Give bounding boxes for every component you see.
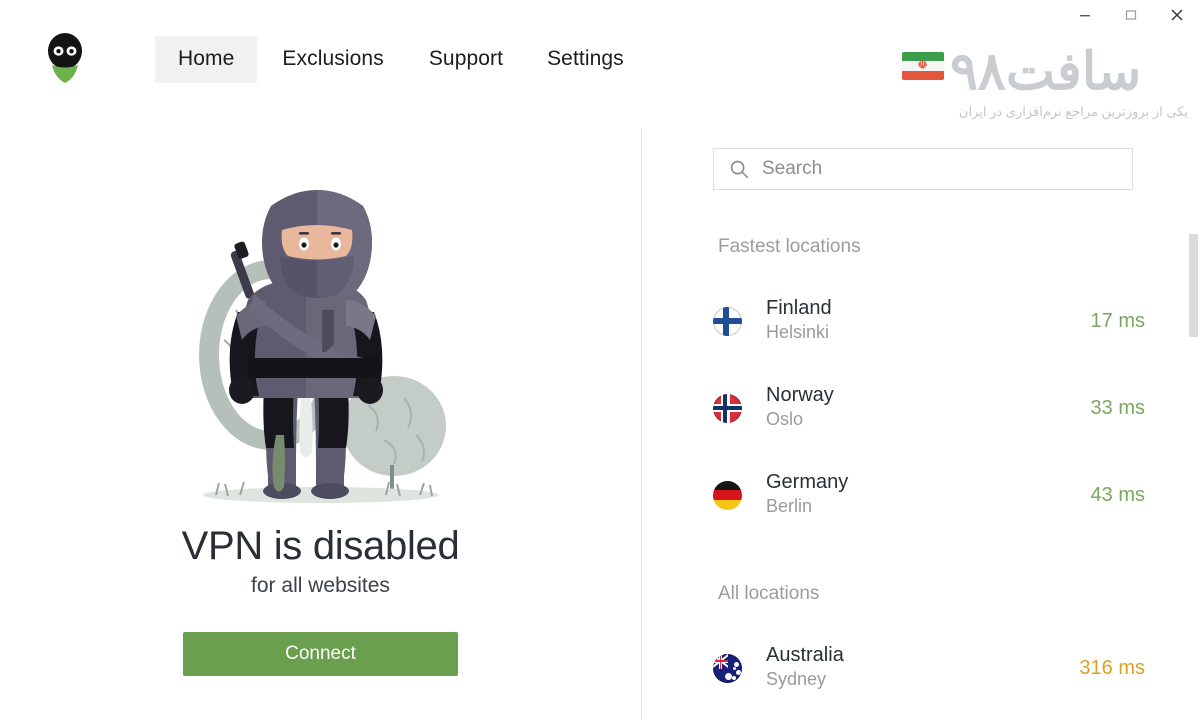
tab-support[interactable]: Support bbox=[405, 36, 524, 83]
locations-scrollbar[interactable] bbox=[1186, 128, 1200, 720]
watermark-title-row: سافت۹۸ ☫ bbox=[902, 46, 1192, 98]
location-text: Germany Berlin bbox=[766, 471, 848, 518]
tab-settings-label: Settings bbox=[547, 47, 624, 70]
status-panel: VPN is disabled for all websites Connect bbox=[0, 128, 641, 720]
ninja-logo-icon bbox=[48, 33, 82, 83]
tab-support-label: Support bbox=[428, 47, 504, 70]
watermark: سافت۹۸ ☫ یکی از بروزترین مراجع نرم‌افزار… bbox=[902, 46, 1192, 120]
ninja-logo bbox=[40, 32, 90, 84]
minimize-button[interactable] bbox=[1062, 0, 1108, 30]
flag-finland-icon bbox=[713, 306, 742, 336]
location-city: Oslo bbox=[766, 409, 804, 430]
location-ping: 33 ms bbox=[1090, 396, 1145, 419]
flag-germany-icon bbox=[713, 480, 742, 510]
close-icon bbox=[1171, 9, 1183, 21]
location-country: Finland bbox=[766, 297, 832, 320]
app-window: Home Exclusions Support Settings سافت۹۸ … bbox=[0, 0, 1200, 720]
close-button[interactable] bbox=[1154, 0, 1200, 30]
search-box[interactable] bbox=[713, 148, 1133, 190]
location-country: Norway bbox=[766, 384, 834, 407]
main-nav: Home Exclusions Support Settings bbox=[155, 36, 644, 83]
location-city: Berlin bbox=[766, 496, 813, 517]
maximize-button[interactable] bbox=[1108, 0, 1154, 30]
title-bar bbox=[0, 0, 1200, 30]
search-input[interactable] bbox=[762, 158, 1092, 180]
location-text: Australia Sydney bbox=[766, 644, 844, 691]
tab-home[interactable]: Home bbox=[155, 36, 258, 83]
location-city: Sydney bbox=[766, 669, 827, 690]
tab-settings[interactable]: Settings bbox=[524, 36, 644, 83]
location-ping: 17 ms bbox=[1090, 309, 1145, 332]
location-ping: 316 ms bbox=[1079, 656, 1145, 679]
status-subtitle: for all websites bbox=[251, 574, 390, 597]
minimize-icon bbox=[1080, 15, 1090, 17]
location-row-germany[interactable]: Germany Berlin 43 ms bbox=[713, 465, 1145, 525]
location-country: Australia bbox=[766, 644, 844, 667]
location-ping: 43 ms bbox=[1090, 483, 1145, 506]
location-row-norway[interactable]: Norway Oslo 33 ms bbox=[713, 378, 1145, 438]
locations-panel: Fastest locations Finland Helsinki 17 ms… bbox=[642, 128, 1200, 720]
all-locations-heading: All locations bbox=[718, 583, 820, 604]
scrollbar-thumb[interactable] bbox=[1189, 234, 1198, 337]
iran-emblem: ☫ bbox=[917, 59, 929, 72]
location-text: Finland Helsinki bbox=[766, 297, 832, 344]
watermark-tagline: یکی از بروزترین مراجع نرم‌افزاری در ایرا… bbox=[958, 104, 1188, 119]
connect-button[interactable]: Connect bbox=[183, 632, 458, 676]
location-text: Norway Oslo bbox=[766, 384, 834, 431]
flag-norway-icon bbox=[713, 393, 742, 423]
flag-australia-icon bbox=[713, 653, 742, 683]
tab-home-label: Home bbox=[178, 47, 235, 70]
location-city: Helsinki bbox=[766, 322, 830, 343]
fastest-locations-heading: Fastest locations bbox=[718, 236, 861, 257]
ninja-illustration-icon bbox=[198, 190, 446, 503]
watermark-title: سافت۹۸ bbox=[950, 43, 1142, 101]
tab-exclusions-label: Exclusions bbox=[282, 47, 384, 70]
status-title: VPN is disabled bbox=[181, 524, 460, 568]
location-row-australia[interactable]: Australia Sydney 316 ms bbox=[713, 638, 1145, 698]
ninja-illustration bbox=[176, 190, 466, 510]
iran-flag-icon: ☫ bbox=[902, 52, 944, 80]
search-icon bbox=[730, 160, 749, 179]
tab-exclusions[interactable]: Exclusions bbox=[257, 36, 404, 83]
location-row-finland[interactable]: Finland Helsinki 17 ms bbox=[713, 291, 1145, 351]
window-controls bbox=[1062, 0, 1200, 30]
maximize-icon bbox=[1125, 10, 1137, 20]
location-country: Germany bbox=[766, 471, 849, 494]
